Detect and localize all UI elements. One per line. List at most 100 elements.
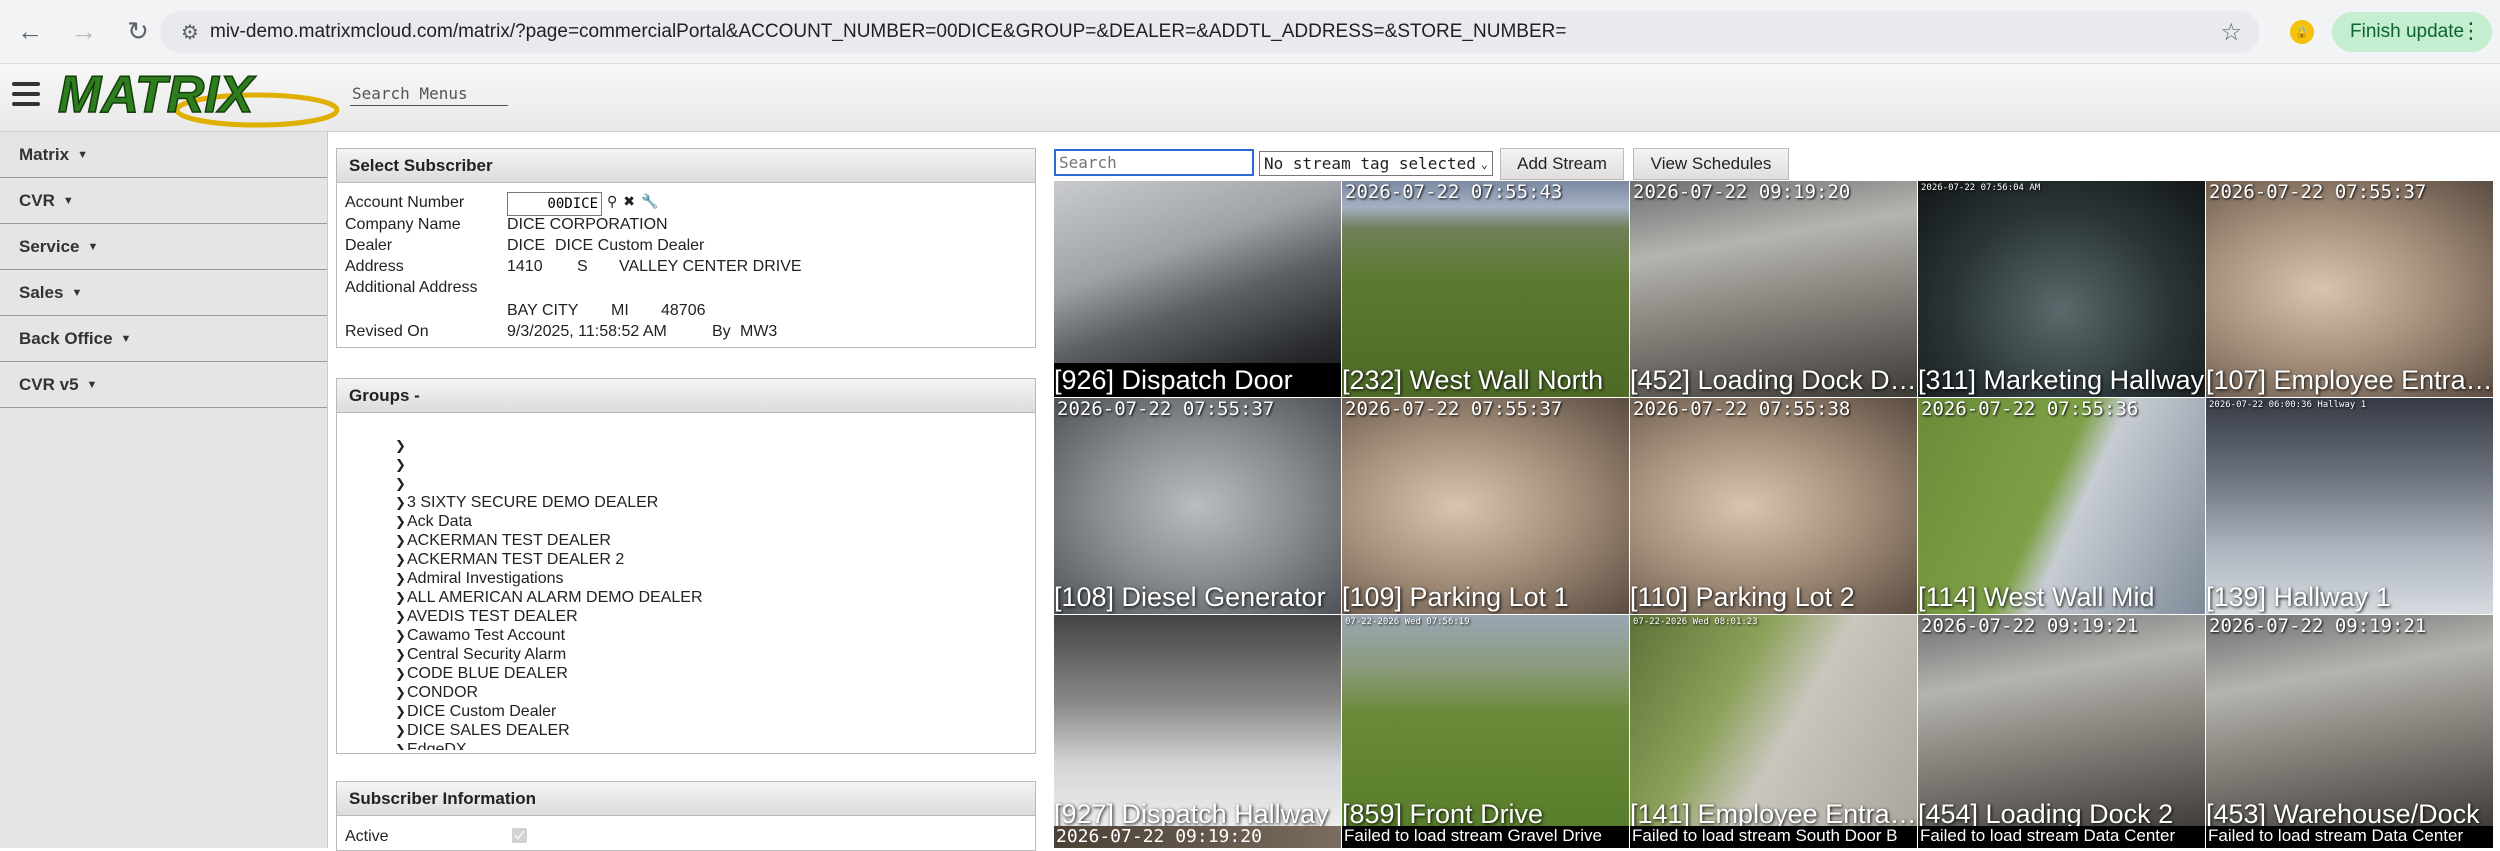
- camera-tile[interactable]: 2026-07-22 09:19:21 [453] Warehouse/Dock: [2206, 615, 2493, 831]
- account-number-label: Account Number: [345, 194, 465, 211]
- chevron-right-icon: ❯: [395, 551, 406, 567]
- camera-timestamp: 2026-07-22 07:55:37: [1057, 398, 1275, 420]
- url-text[interactable]: miv-demo.matrixmcloud.com/matrix/?page=c…: [210, 21, 1566, 43]
- additional-address-label: Additional Address: [345, 279, 478, 296]
- revised-by-value: MW3: [740, 323, 778, 340]
- camera-tile[interactable]: 2026-07-22 07:55:38 [110] Parking Lot 2: [1630, 398, 1917, 614]
- list-item[interactable]: ❯: [395, 455, 1015, 474]
- sidebar-item-cvr[interactable]: CVR ▼: [0, 178, 327, 224]
- city-value: BAY CITY: [507, 302, 579, 319]
- camera-tile[interactable]: 2026-07-22 07:55:43 [232] West Wall North: [1342, 181, 1629, 397]
- search-menus-input[interactable]: [350, 82, 508, 106]
- panel-title: Subscriber Information: [337, 782, 1035, 816]
- camera-tile[interactable]: 2026-07-22 09:19:21 [454] Loading Dock 2: [1918, 615, 2205, 831]
- stream-error-message: Failed to load stream Gravel Drive: [1342, 826, 1629, 848]
- group-label: ACKERMAN TEST DEALER: [407, 531, 611, 549]
- stream-error-message: Failed to load stream Data Center: [1918, 826, 2205, 848]
- list-item[interactable]: ❯ CODE BLUE DEALER: [395, 664, 1015, 683]
- chevron-right-icon: ❯: [395, 627, 406, 643]
- camera-timestamp: 07-22-2026 Wed 08:01:23: [1633, 617, 1758, 627]
- sidebar-item-label: CVR: [19, 190, 55, 210]
- list-item[interactable]: ❯ EdgeDX: [395, 740, 1015, 751]
- zip-value: 48706: [661, 302, 706, 319]
- site-settings-icon[interactable]: ⚙: [170, 20, 210, 45]
- chevron-right-icon: ❯: [395, 589, 406, 605]
- camera-tile[interactable]: 2026-07-22 06:00:36 Hallway 1 [139] Hallw…: [2206, 398, 2493, 614]
- address-number: 1410: [507, 258, 543, 275]
- group-label: CONDOR: [407, 683, 479, 701]
- camera-timestamp: 2026-07-22 07:55:36: [1921, 398, 2139, 420]
- extension-lock-icon[interactable]: 🔒: [2290, 20, 2314, 44]
- sidebar-item-label: Matrix: [19, 144, 70, 164]
- view-schedules-button[interactable]: View Schedules: [1633, 148, 1789, 180]
- chevron-right-icon: ❯: [395, 703, 406, 719]
- list-item[interactable]: ❯: [395, 474, 1015, 493]
- list-item[interactable]: ❯ ACKERMAN TEST DEALER: [395, 531, 1015, 550]
- list-item[interactable]: ❯ Admiral Investigations: [395, 569, 1015, 588]
- panel-title[interactable]: Groups -: [337, 379, 1035, 413]
- sidebar-item-cvr-v5[interactable]: CVR v5 ▼: [0, 362, 327, 408]
- camera-tile[interactable]: 07-22-2026 Wed 07:56:19 [859] Front Drive: [1342, 615, 1629, 831]
- list-item[interactable]: ❯ DICE Custom Dealer: [395, 702, 1015, 721]
- forward-arrow-icon[interactable]: →: [60, 8, 108, 56]
- clear-x-icon[interactable]: ✖: [623, 193, 635, 209]
- chevron-right-icon: ❯: [395, 456, 406, 472]
- camera-tile[interactable]: [926] Dispatch Door: [1054, 181, 1341, 397]
- camera-name: [108] Diesel Generator: [1054, 582, 1326, 612]
- camera-timestamp: 2026-07-22 07:55:37: [1345, 398, 1563, 420]
- group-label: EdgeDX: [407, 740, 467, 751]
- finish-update-button[interactable]: Finish update ⋮: [2332, 12, 2492, 52]
- stream-tag-select[interactable]: No stream tag selected ⌄: [1259, 151, 1493, 176]
- revised-by-label: By: [712, 323, 731, 340]
- list-item[interactable]: ❯ CONDOR: [395, 683, 1015, 702]
- groups-panel: Groups - ❯ ❯ ❯ ❯ 3 SIXTY SECURE DEMO DEAL…: [336, 378, 1036, 754]
- bookmark-star-icon[interactable]: ☆: [2220, 18, 2242, 47]
- camera-name: [926] Dispatch Door: [1054, 363, 1341, 397]
- list-item[interactable]: ❯ AVEDIS TEST DEALER: [395, 607, 1015, 626]
- active-checkbox[interactable]: [512, 828, 527, 843]
- caret-down-icon: ▼: [62, 194, 74, 207]
- list-item[interactable]: ❯ ACKERMAN TEST DEALER 2: [395, 550, 1015, 569]
- groups-list[interactable]: ❯ ❯ ❯ ❯ 3 SIXTY SECURE DEMO DEALER ❯ Ack D…: [395, 436, 1015, 751]
- list-item[interactable]: ❯ ALL AMERICAN ALARM DEMO DEALER: [395, 588, 1015, 607]
- list-item[interactable]: ❯ Central Security Alarm: [395, 645, 1015, 664]
- address-bar[interactable]: ⚙ miv-demo.matrixmcloud.com/matrix/?page…: [160, 11, 2260, 53]
- add-stream-button[interactable]: Add Stream: [1500, 148, 1624, 180]
- camera-name: [139] Hallway 1: [2206, 582, 2391, 612]
- camera-tile[interactable]: 2026-07-22 07:55:37 [108] Diesel Generato…: [1054, 398, 1341, 614]
- group-label: Ack Data: [407, 512, 472, 530]
- sidebar-item-matrix[interactable]: Matrix ▼: [0, 132, 327, 178]
- account-number-input[interactable]: [507, 192, 602, 216]
- app-header: MATRIX: [0, 64, 2500, 132]
- camera-timestamp: 2026-07-22 09:19:20: [1633, 181, 1851, 203]
- camera-tile[interactable]: 2026-07-22 07:55:37 [109] Parking Lot 1: [1342, 398, 1629, 614]
- chevron-right-icon: ❯: [395, 494, 406, 510]
- camera-tile[interactable]: [927] Dispatch Hallway: [1054, 615, 1341, 831]
- sidebar-item-sales[interactable]: Sales ▼: [0, 270, 327, 316]
- camera-tile[interactable]: 2026-07-22 09:19:20 [452] Loading Dock Do…: [1630, 181, 1917, 397]
- group-label: CODE BLUE DEALER: [407, 664, 568, 682]
- camera-tile[interactable]: 07-22-2026 Wed 08:01:23 [141] Employee En…: [1630, 615, 1917, 831]
- kebab-menu-icon[interactable]: ⋮: [2460, 18, 2482, 44]
- camera-tile[interactable]: 2026-07-22 07:55:37 [107] Employee Entran…: [2206, 181, 2493, 397]
- sidebar-item-service[interactable]: Service ▼: [0, 224, 327, 270]
- camera-timestamp: 2026-07-22 07:55:43: [1345, 181, 1563, 203]
- list-item[interactable]: ❯ 3 SIXTY SECURE DEMO DEALER: [395, 493, 1015, 512]
- list-item[interactable]: ❯ DICE SALES DEALER: [395, 721, 1015, 740]
- hamburger-menu-icon[interactable]: [12, 82, 40, 108]
- reload-icon[interactable]: ↻: [114, 8, 162, 56]
- search-icon[interactable]: ⚲: [607, 193, 617, 209]
- dealer-name: DICE Custom Dealer: [555, 237, 705, 254]
- wrench-icon[interactable]: 🔧: [641, 193, 658, 209]
- back-arrow-icon[interactable]: ←: [6, 8, 54, 56]
- company-name-value: DICE CORPORATION: [507, 216, 668, 233]
- camera-search-input[interactable]: [1054, 149, 1254, 176]
- sidebar-item-back-office[interactable]: Back Office ▼: [0, 316, 327, 362]
- chevron-right-icon: ❯: [395, 475, 406, 491]
- camera-tile[interactable]: 2026-07-22 07:56:04 AM [311] Marketing Ha…: [1918, 181, 2205, 397]
- list-item[interactable]: ❯: [395, 436, 1015, 455]
- camera-tile[interactable]: 2026-07-22 07:55:36 [114] West Wall Mid: [1918, 398, 2205, 614]
- list-item[interactable]: ❯ Ack Data: [395, 512, 1015, 531]
- list-item[interactable]: ❯ Cawamo Test Account: [395, 626, 1015, 645]
- group-label: AVEDIS TEST DEALER: [407, 607, 578, 625]
